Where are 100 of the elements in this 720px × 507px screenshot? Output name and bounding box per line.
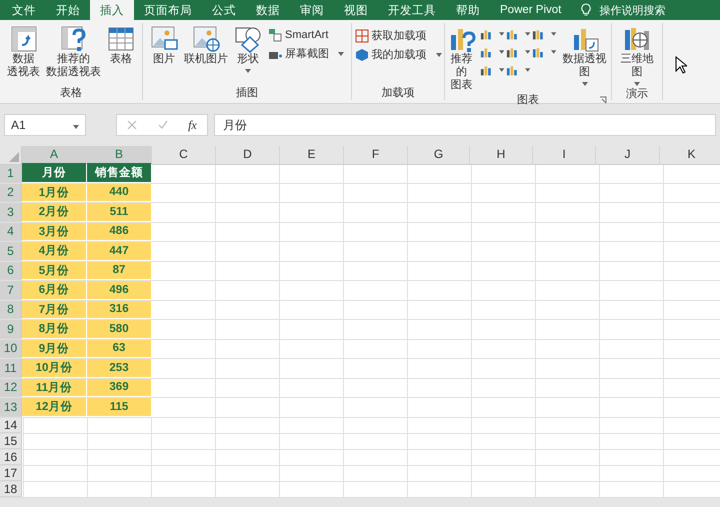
insert-function-button[interactable]: fx bbox=[188, 118, 197, 132]
row-header[interactable]: 9 bbox=[0, 320, 22, 338]
caret-icon bbox=[550, 32, 556, 36]
table-cell: 7月份 bbox=[22, 300, 87, 319]
row-header[interactable]: 12 bbox=[0, 378, 22, 397]
ribbon-button[interactable]: 推荐的 数据透视表 bbox=[44, 25, 103, 79]
column-header[interactable]: J bbox=[596, 146, 660, 165]
row-header[interactable]: 1 bbox=[0, 164, 22, 182]
row-header[interactable]: 15 bbox=[0, 434, 22, 448]
table-cell: 87 bbox=[87, 262, 152, 280]
ribbon-tab[interactable]: 文件 bbox=[2, 0, 46, 20]
tell-me-search[interactable]: 操作说明搜索 bbox=[599, 0, 666, 20]
table-cell: 月份 bbox=[22, 164, 87, 182]
table-cell: 253 bbox=[87, 359, 152, 378]
column-header[interactable]: D bbox=[216, 146, 280, 165]
table-cell: 440 bbox=[87, 184, 152, 202]
row-header[interactable]: 2 bbox=[0, 184, 22, 202]
ribbon-button[interactable]: 数据 透视表 bbox=[5, 25, 42, 79]
ribbon-tab[interactable]: Power Pivot bbox=[490, 0, 572, 20]
row-header[interactable]: 4 bbox=[0, 222, 22, 241]
table-cell: 12月份 bbox=[22, 398, 87, 416]
table-cell: 316 bbox=[87, 300, 152, 319]
table-icon bbox=[107, 25, 135, 53]
column-header[interactable]: C bbox=[152, 146, 216, 165]
name-box[interactable]: A1 bbox=[4, 114, 86, 136]
column-header[interactable]: A bbox=[22, 146, 87, 165]
ribbon-button[interactable]: 三维地 图 bbox=[618, 25, 656, 86]
ribbon-tab[interactable]: 公式 bbox=[202, 0, 246, 20]
table-cell: 115 bbox=[87, 398, 152, 416]
ribbon-button[interactable]: 图片 bbox=[148, 25, 180, 66]
ribbon-tab[interactable]: 开发工具 bbox=[378, 0, 446, 20]
ribbon-tab[interactable]: 页面布局 bbox=[134, 0, 202, 20]
row-header[interactable]: 8 bbox=[0, 300, 22, 319]
lightbulb-icon bbox=[581, 3, 592, 17]
row-header[interactable]: 14 bbox=[0, 418, 22, 432]
row-header[interactable]: 6 bbox=[0, 262, 22, 280]
row-header[interactable]: 10 bbox=[0, 340, 22, 358]
smartart-icon bbox=[268, 28, 282, 42]
table-cell: 3月份 bbox=[22, 222, 87, 241]
ribbon-tab[interactable]: 审阅 bbox=[290, 0, 334, 20]
ribbon-button[interactable]: 形状 bbox=[232, 25, 264, 73]
formula-input[interactable]: 月份 bbox=[214, 114, 716, 136]
add-in-icon bbox=[354, 48, 368, 62]
table-cell: 8月份 bbox=[22, 320, 87, 338]
caret-icon bbox=[524, 50, 530, 54]
add-in-store-icon bbox=[354, 28, 368, 42]
group-label: 加载项 bbox=[382, 86, 414, 100]
dialog-launcher-icon[interactable] bbox=[599, 96, 607, 104]
column-header[interactable]: F bbox=[344, 146, 408, 165]
caret-icon bbox=[498, 32, 504, 36]
row-header[interactable]: 16 bbox=[0, 450, 22, 464]
column-header[interactable]: G bbox=[408, 146, 470, 165]
caret-icon bbox=[524, 68, 530, 72]
table-cell: 369 bbox=[87, 378, 152, 397]
column-header[interactable]: H bbox=[470, 146, 533, 165]
group-label: 插图 bbox=[236, 86, 258, 100]
ribbon-button[interactable]: 联机图片 bbox=[182, 25, 230, 66]
ribbon-tab[interactable]: 视图 bbox=[334, 0, 378, 20]
table-cell: 9月份 bbox=[22, 340, 87, 358]
table-cell: 1月份 bbox=[22, 184, 87, 202]
column-header[interactable]: B bbox=[87, 146, 152, 165]
row-header[interactable]: 7 bbox=[0, 281, 22, 300]
table-cell: 511 bbox=[87, 203, 152, 222]
table-cell: 496 bbox=[87, 281, 152, 300]
ribbon-tab[interactable]: 插入 bbox=[90, 0, 134, 20]
ribbon-tab[interactable]: 帮助 bbox=[446, 0, 490, 20]
picture-icon bbox=[192, 25, 220, 53]
row-header[interactable]: 5 bbox=[0, 242, 22, 260]
ribbon-button[interactable]: 数据透视图 bbox=[558, 25, 611, 86]
column-header[interactable]: I bbox=[533, 146, 596, 165]
row-header[interactable]: 18 bbox=[0, 482, 22, 496]
picture-icon bbox=[150, 25, 178, 53]
table-cell: 销售金额 bbox=[87, 164, 152, 182]
caret-icon bbox=[498, 68, 504, 72]
table-cell: 63 bbox=[87, 340, 152, 358]
ribbon-tab[interactable]: 数据 bbox=[246, 0, 290, 20]
ribbon-button[interactable]: SmartArt bbox=[266, 28, 346, 42]
ribbon-button[interactable]: 获取加载项 bbox=[352, 28, 444, 43]
ribbon-button[interactable]: 我的加载项 bbox=[352, 47, 444, 62]
table-cell: 5月份 bbox=[22, 262, 87, 280]
column-header[interactable]: E bbox=[280, 146, 344, 165]
pointer-cursor-icon bbox=[675, 56, 687, 74]
row-header[interactable]: 17 bbox=[0, 466, 22, 480]
ribbon-button[interactable]: 推荐的 图表 bbox=[445, 25, 478, 92]
globe-map-icon bbox=[623, 25, 651, 53]
table-cell: 486 bbox=[87, 222, 152, 241]
ribbon-button[interactable]: 表格 bbox=[105, 25, 137, 66]
row-header[interactable]: 3 bbox=[0, 203, 22, 222]
caret-icon bbox=[498, 50, 504, 54]
recommended-pivot-icon bbox=[60, 25, 88, 53]
row-header[interactable]: 11 bbox=[0, 359, 22, 378]
table-cell: 447 bbox=[87, 242, 152, 260]
ribbon-tab[interactable]: 开始 bbox=[46, 0, 90, 20]
row-header[interactable]: 13 bbox=[0, 398, 22, 416]
table-cell: 10月份 bbox=[22, 359, 87, 378]
caret-icon bbox=[524, 32, 530, 36]
ribbon-button[interactable]: 屏幕截图 bbox=[266, 46, 346, 61]
column-header[interactable]: K bbox=[660, 146, 720, 165]
caret-icon bbox=[550, 50, 556, 54]
group-label: 图表 bbox=[517, 93, 539, 107]
